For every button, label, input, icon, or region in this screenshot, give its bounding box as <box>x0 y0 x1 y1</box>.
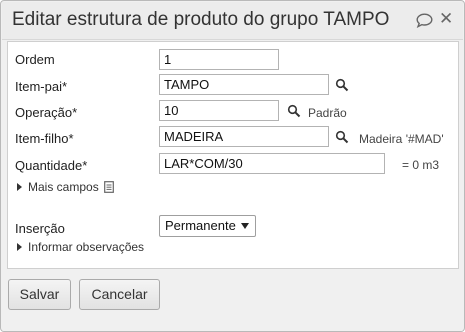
item-filho-input[interactable]: MADEIRA <box>159 126 329 147</box>
observacoes-toggle[interactable]: Informar observações <box>17 240 144 254</box>
search-icon[interactable] <box>287 104 301 118</box>
edit-structure-dialog: Editar estrutura de produto do grupo TAM… <box>0 0 465 332</box>
dialog-titlebar[interactable]: Editar estrutura de produto do grupo TAM… <box>2 2 463 40</box>
insercao-select[interactable]: Permanente <box>159 215 256 237</box>
save-button[interactable]: Salvar <box>8 279 71 310</box>
quantidade-label: Quantidade* <box>15 158 88 173</box>
document-icon[interactable] <box>103 181 114 193</box>
mais-campos-label: Mais campos <box>28 180 99 194</box>
item-filho-hint: Madeira '#MAD' <box>359 132 444 146</box>
item-filho-label: Item-filho* <box>15 131 74 146</box>
operacao-input[interactable]: 10 <box>159 100 279 121</box>
caret-right-icon <box>17 243 22 251</box>
mais-campos-toggle[interactable]: Mais campos <box>17 180 114 194</box>
observacoes-label: Informar observações <box>28 240 145 254</box>
search-icon[interactable] <box>335 130 349 144</box>
ordem-label: Ordem <box>15 52 55 67</box>
dialog-title: Editar estrutura de produto do grupo TAM… <box>12 9 390 30</box>
comment-icon[interactable] <box>416 13 433 28</box>
form-panel: Ordem 1 Item-pai* TAMPO Operação* 10 Pad… <box>7 41 459 269</box>
dropdown-arrow-icon <box>241 223 249 229</box>
dialog-footer: Salvar Cancelar <box>2 271 463 331</box>
quantidade-input[interactable]: LAR*COM/30 <box>159 153 385 174</box>
ordem-input[interactable]: 1 <box>159 49 279 70</box>
insercao-label: Inserção <box>15 221 65 236</box>
item-pai-label: Item-pai* <box>15 79 68 94</box>
search-icon[interactable] <box>335 78 349 92</box>
item-pai-input[interactable]: TAMPO <box>159 74 329 95</box>
operacao-hint: Padrão <box>308 106 347 120</box>
caret-right-icon <box>17 183 22 191</box>
insercao-selected: Permanente <box>165 218 236 233</box>
close-icon[interactable]: ✕ <box>439 9 453 29</box>
operacao-label: Operação* <box>15 105 78 120</box>
cancel-button[interactable]: Cancelar <box>79 279 160 310</box>
quantidade-hint: = 0 m3 <box>402 158 440 172</box>
